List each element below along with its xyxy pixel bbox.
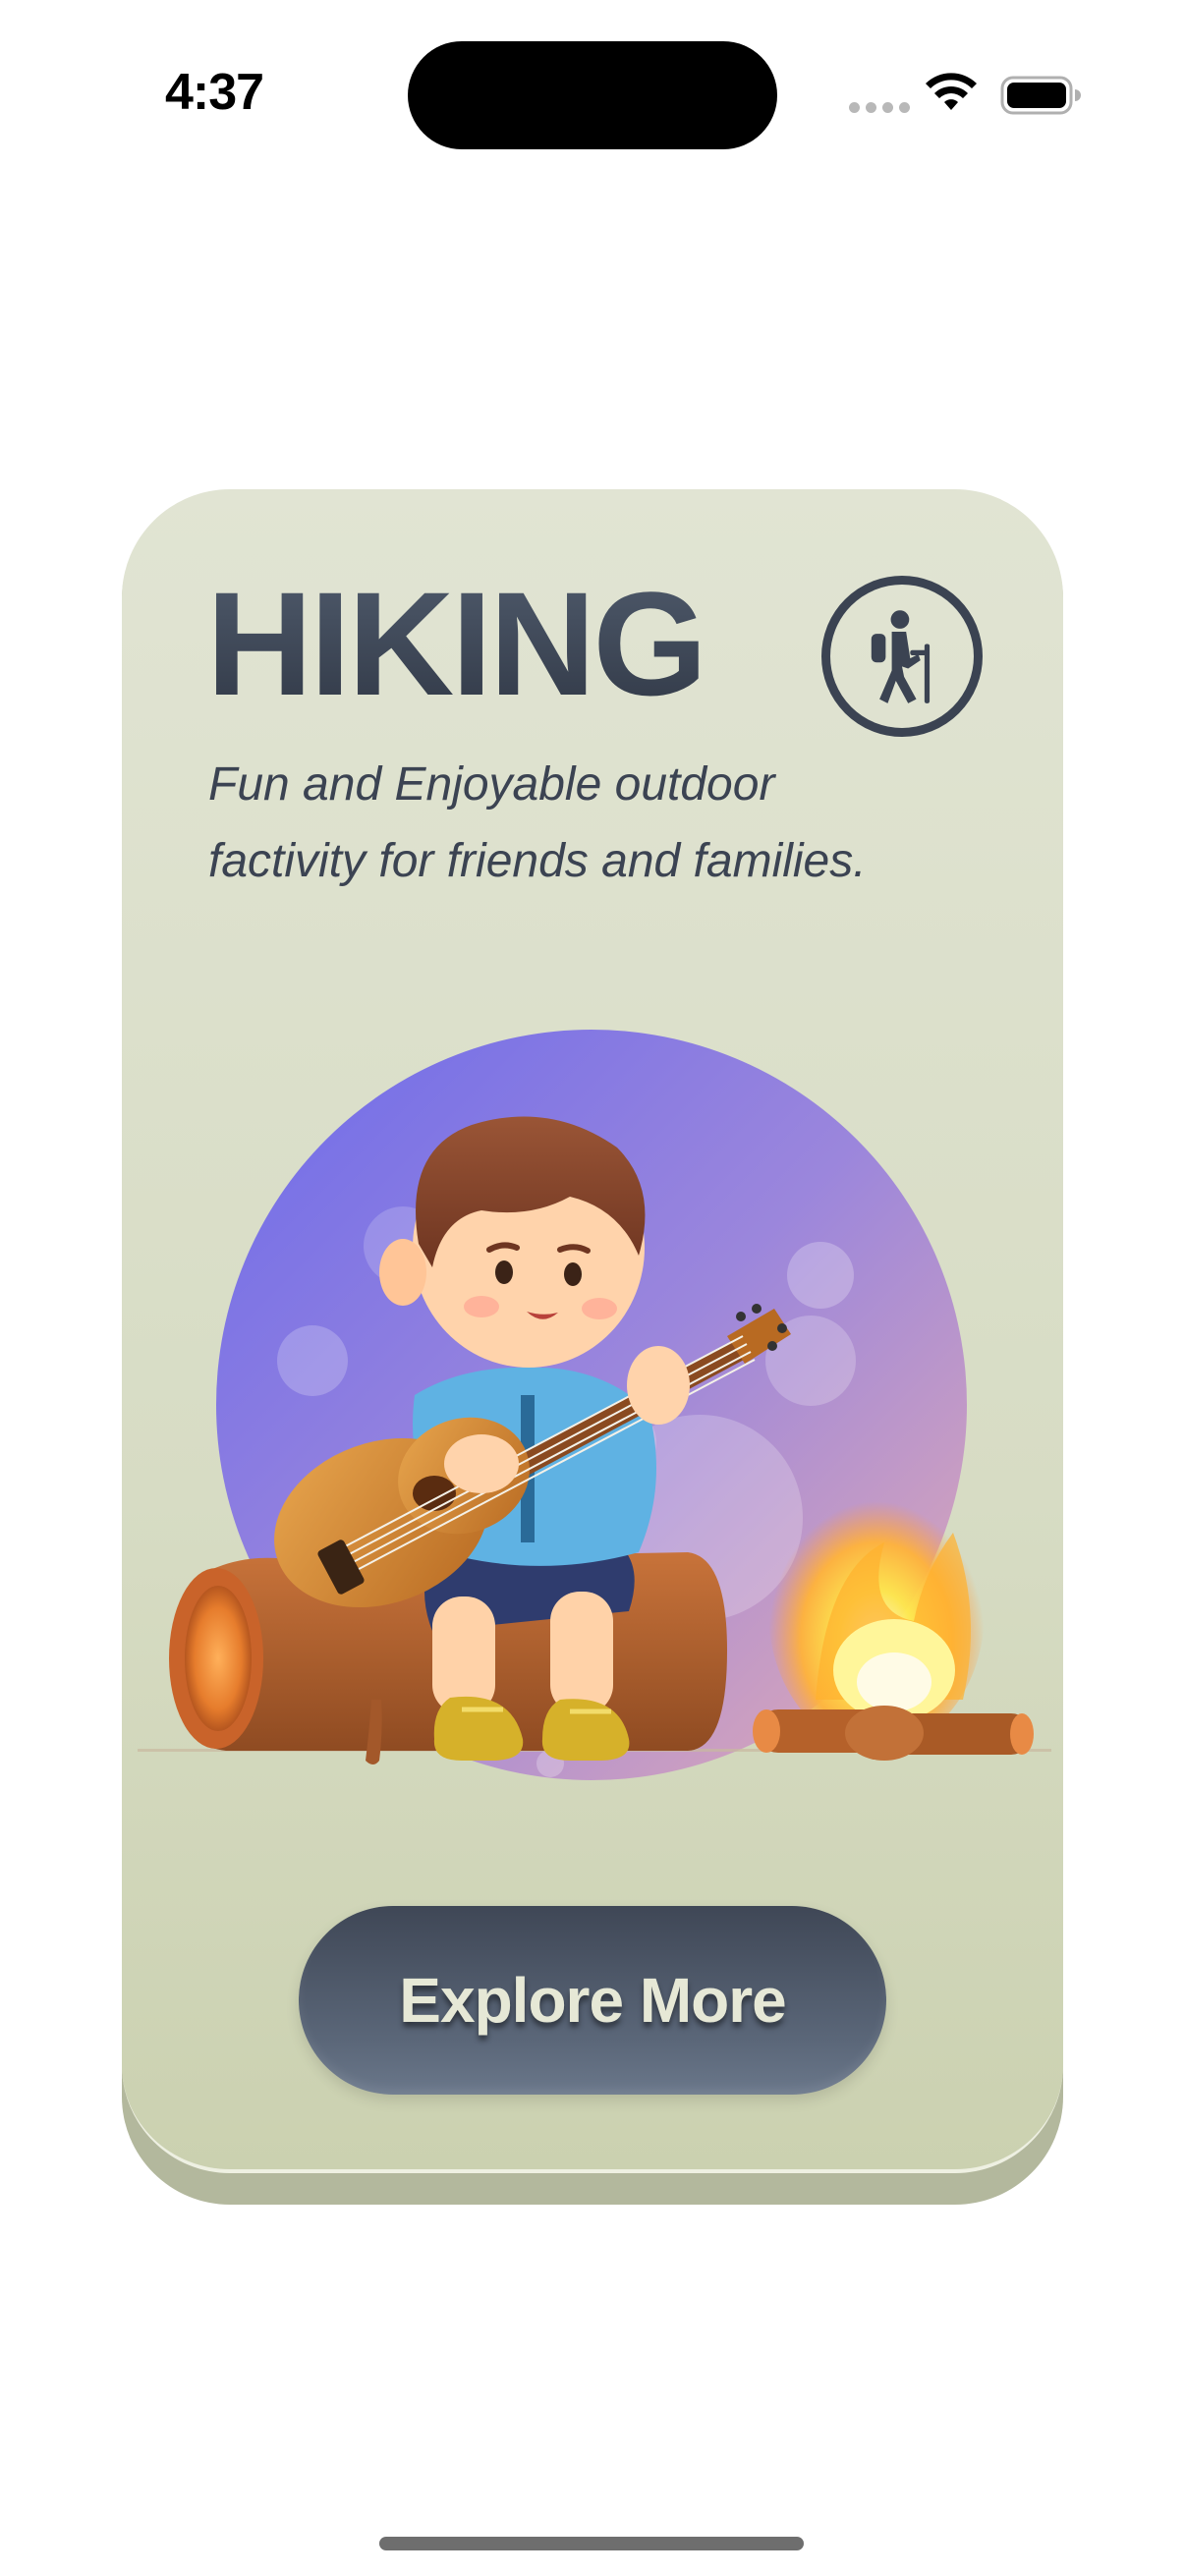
battery-icon bbox=[1000, 76, 1081, 115]
subtitle-line-2: factivity for friends and families. bbox=[208, 835, 867, 887]
subtitle-line-1: Fun and Enjoyable outdoor bbox=[208, 758, 775, 811]
screen: 4:37 HIKING Fun and Enjoyable outdoor fa… bbox=[0, 0, 1185, 2576]
signal-dots-icon bbox=[849, 102, 910, 113]
card-title: HIKING bbox=[206, 561, 707, 726]
status-time: 4:37 bbox=[165, 64, 264, 121]
dynamic-island bbox=[408, 41, 777, 149]
card-subtitle: Fun and Enjoyable outdoor factivity for … bbox=[208, 747, 994, 900]
home-indicator[interactable] bbox=[379, 2537, 804, 2550]
explore-more-label: Explore More bbox=[399, 1965, 786, 2036]
hiker-badge bbox=[821, 576, 983, 737]
boy-guitar-illustration bbox=[138, 1030, 1051, 1780]
wifi-icon bbox=[926, 73, 977, 110]
explore-more-button[interactable]: Explore More bbox=[299, 1906, 886, 2095]
hiker-icon bbox=[871, 610, 931, 703]
